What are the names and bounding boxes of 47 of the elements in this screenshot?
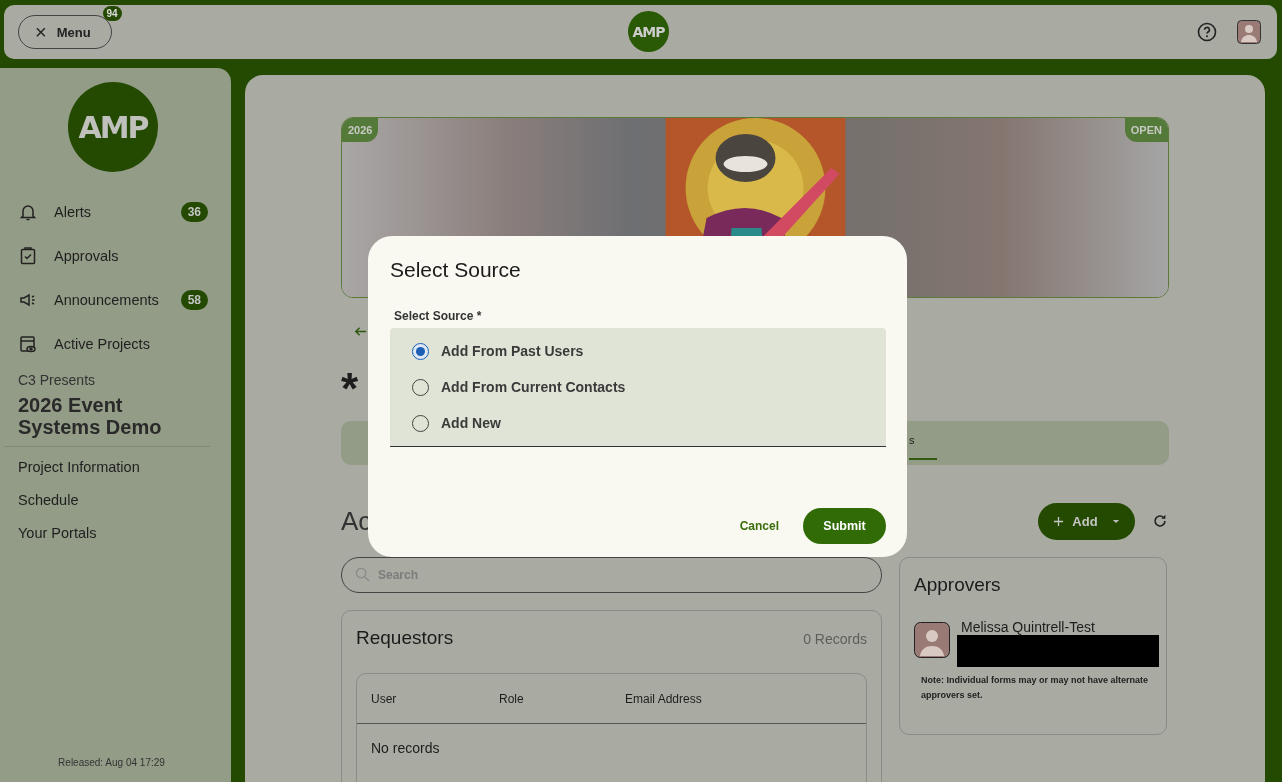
help-icon[interactable] [1197,22,1217,42]
logo[interactable]: AMP [628,11,669,52]
page-heading: * [341,369,359,409]
search-icon [355,567,370,582]
radio-option[interactable]: Add From Current Contacts [412,376,866,398]
count-badge: 58 [180,290,208,310]
record-count: 0 Records [803,631,867,647]
project-name: 2026 Event Systems Demo [18,394,163,438]
plus-icon [1053,515,1065,527]
bell-icon [18,202,38,222]
logo[interactable]: AMP [68,82,158,172]
column-header: Role [499,691,525,706]
release-info: Released: Aug 04 17:29 [57,757,166,770]
submit-button[interactable]: Submit [803,508,886,544]
sidebar-link[interactable]: Your Portals [18,525,231,558]
status-tag: OPEN [1124,118,1168,142]
add-button[interactable]: Add [1038,502,1135,540]
radio-option[interactable]: Add From Past Users [412,340,866,362]
column-header: Email Address [625,691,702,706]
card-title: Requestors [356,627,454,649]
avatar-icon[interactable] [1237,20,1261,44]
nav-item[interactable]: Announcements 58 [18,282,231,318]
year-tag: 2026 [342,118,379,142]
calendar-eye-icon [18,334,38,354]
approvers-note: Note: Individual forms may or may not have alternate approvers set. [920,674,1150,702]
clipboard-check-icon [18,246,38,266]
sidebar-link[interactable]: Schedule [18,492,231,525]
cancel-button[interactable]: Cancel [735,513,783,539]
radio-button[interactable] [412,342,429,360]
notification-badge: 94 [102,6,122,21]
caret-icon [1111,518,1120,524]
column-header: User [371,691,398,706]
count-badge: 36 [180,202,208,222]
empty-message: No records [370,739,441,758]
nav-item[interactable]: Active Projects [18,326,231,362]
tab[interactable]: s [909,434,937,460]
approver-name: Melissa Quintrell-Test [961,619,1096,635]
nav-item[interactable]: Approvals [18,238,231,274]
nav-item[interactable]: Alerts 36 [18,194,231,230]
field-label: Select Source * [394,309,483,323]
refresh-icon[interactable] [1151,512,1169,530]
card-title: Approvers [914,574,1002,596]
dialog-title: Select Source [390,258,522,282]
avatar-icon [914,622,950,658]
radio-option[interactable]: Add New [412,412,866,434]
sidebar-link[interactable]: Project Information [18,459,231,492]
project-presenter: C3 Presents [18,372,97,388]
